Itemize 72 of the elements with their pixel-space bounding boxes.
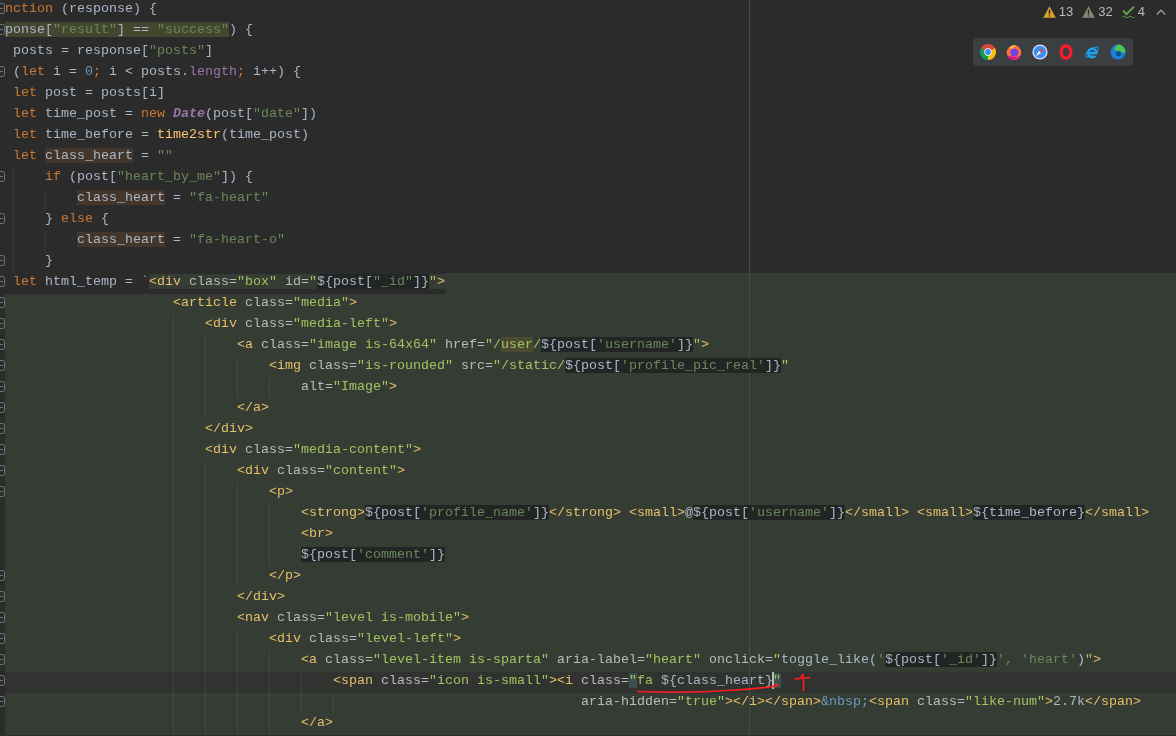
- warning-triangle-icon: [1082, 6, 1096, 18]
- fold-marker-icon[interactable]: [0, 66, 5, 77]
- fold-marker-icon[interactable]: [0, 612, 5, 623]
- code-line: <a class="level-item is-sparta" aria-label="heart" onclick="toggle_like('${post['_id']}', 'heart')">: [301, 651, 1101, 668]
- code-line: <div class="media-left">: [205, 315, 397, 332]
- fold-marker-icon[interactable]: [0, 318, 5, 329]
- check-squiggle-icon: [1121, 6, 1135, 18]
- code-line: <strong>${post['profile_name']}</strong> <small>@${post['username']}</small> <small>${time_before}</small>: [301, 504, 1149, 521]
- code-line: ponse["result"] == "success") {: [5, 21, 253, 38]
- code-line: (let i = 0; i < posts.length; i++) {: [13, 63, 301, 80]
- fold-marker-icon[interactable]: [0, 675, 5, 686]
- fold-marker-icon[interactable]: [0, 3, 5, 14]
- code-line: nction (response) {: [5, 0, 157, 17]
- code-line: }: [45, 252, 53, 269]
- code-line: </a>: [237, 399, 269, 416]
- code-line: <div class="content">: [237, 462, 405, 479]
- code-line: <img class="is-rounded" src="/static/${post['profile_pic_real']}": [269, 357, 789, 374]
- code-line: class_heart = "fa-heart": [77, 189, 269, 206]
- swirl-icon[interactable]: [1110, 44, 1126, 60]
- code-line: <a class="image is-64x64" href="/user/${post['username']}">: [237, 336, 709, 353]
- code-line: </div>: [205, 420, 253, 437]
- fold-marker-icon[interactable]: [0, 381, 5, 392]
- inspection-counter[interactable]: 4: [1121, 4, 1145, 20]
- code-line: } else {: [45, 210, 109, 227]
- fold-marker-icon[interactable]: [0, 465, 5, 476]
- inspection-counter[interactable]: 13: [1042, 4, 1074, 20]
- fox-globe-icon[interactable]: [1006, 44, 1022, 60]
- fold-marker-icon[interactable]: [0, 255, 5, 266]
- hand-drawn-cross-icon: [793, 673, 811, 692]
- fold-marker-icon[interactable]: [0, 696, 5, 707]
- code-line: if (post["heart_by_me"]) {: [45, 168, 253, 185]
- code-line: let class_heart = "": [13, 147, 173, 164]
- tricolor-ring-icon[interactable]: [980, 44, 996, 60]
- code-line: <br>: [301, 525, 333, 542]
- warning-triangle-icon: [1042, 6, 1056, 18]
- fold-marker-icon[interactable]: [0, 570, 5, 581]
- code-line: </div>: [237, 588, 285, 605]
- code-line: </p>: [269, 567, 301, 584]
- code-line: <article class="media">: [173, 294, 357, 311]
- fold-marker-icon[interactable]: [0, 276, 5, 287]
- fold-marker-icon[interactable]: [0, 339, 5, 350]
- compass-icon[interactable]: [1032, 44, 1048, 60]
- fold-marker-icon[interactable]: [0, 297, 5, 308]
- code-line: <nav class="level is-mobile">: [237, 609, 469, 626]
- code-line: let time_post = new Date(post["date"]): [13, 105, 317, 122]
- code-line: let post = posts[i]: [13, 84, 165, 101]
- chevron-up-icon[interactable]: [1156, 9, 1166, 15]
- fold-marker-icon[interactable]: [0, 486, 5, 497]
- fold-marker-icon[interactable]: [0, 633, 5, 644]
- fold-marker-icon[interactable]: [0, 171, 5, 182]
- fold-marker-icon[interactable]: [0, 402, 5, 413]
- code-line: posts = response["posts"]: [13, 42, 213, 59]
- code-line: <div class="media-content">: [205, 441, 421, 458]
- code-line: let time_before = time2str(time_post): [13, 126, 309, 143]
- fold-marker-icon[interactable]: [0, 213, 5, 224]
- fold-marker-icon[interactable]: [0, 591, 5, 602]
- e-orbit-icon[interactable]: [1084, 44, 1100, 60]
- fold-marker-icon[interactable]: [0, 24, 5, 35]
- code-line: <div class="level-left">: [269, 630, 461, 647]
- code-line: ${post['comment']}: [301, 546, 445, 563]
- fold-marker-icon[interactable]: [0, 423, 5, 434]
- fold-marker-icon[interactable]: [0, 360, 5, 371]
- code-line: aria-hidden="true"></i></span>&nbsp;<span class="like-num">2.7k</span>: [581, 693, 1141, 710]
- code-line: alt="Image">: [301, 378, 397, 395]
- inspection-counter[interactable]: 32: [1082, 4, 1113, 20]
- code-line: let html_temp = `<div class="box" id="${post["_id"]}">: [13, 273, 445, 290]
- code-line: <p>: [269, 483, 293, 500]
- fold-marker-icon[interactable]: [0, 444, 5, 455]
- o-ring-icon[interactable]: [1058, 44, 1074, 60]
- fold-marker-icon[interactable]: [0, 654, 5, 665]
- code-line: class_heart = "fa-heart-o": [77, 231, 285, 248]
- code-line: </a>: [301, 714, 333, 731]
